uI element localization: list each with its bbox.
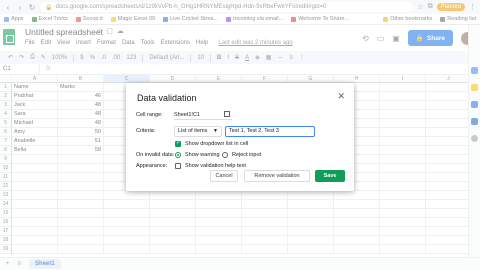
reject-input-radio[interactable] xyxy=(222,152,228,158)
criteria-type-select[interactable]: List of items ▼ xyxy=(174,126,222,137)
chevron-down-icon: ▼ xyxy=(213,128,218,134)
data-validation-dialog: Data validation ✕ Cell range: Sheet1!C1 … xyxy=(126,83,354,191)
show-help-checkbox[interactable] xyxy=(175,163,181,169)
criteria-type-value: List of items xyxy=(178,128,208,134)
close-icon[interactable]: ✕ xyxy=(337,91,345,102)
select-range-icon[interactable] xyxy=(224,111,230,117)
invalid-data-label: On invalid data: xyxy=(136,152,175,158)
remove-validation-button[interactable]: Remove validation xyxy=(244,170,310,182)
show-dropdown-label: Show dropdown list in cell xyxy=(185,141,249,147)
criteria-items-input[interactable]: Test 1, Test 2, Test 3 xyxy=(225,126,315,137)
show-warning-label: Show warning xyxy=(185,152,220,158)
show-help-label: Show validation help text xyxy=(185,163,246,169)
appearance-label: Appearance: xyxy=(136,163,168,169)
reject-input-label: Reject input xyxy=(232,152,262,158)
show-warning-radio[interactable] xyxy=(175,152,181,158)
cell-range-label: Cell range: xyxy=(136,112,163,118)
dialog-title: Data validation xyxy=(137,93,197,103)
cancel-button[interactable]: Cancel xyxy=(210,170,238,182)
criteria-label: Criteria: xyxy=(136,128,156,134)
show-dropdown-checkbox[interactable] xyxy=(175,140,181,147)
save-button[interactable]: Save xyxy=(315,170,345,182)
